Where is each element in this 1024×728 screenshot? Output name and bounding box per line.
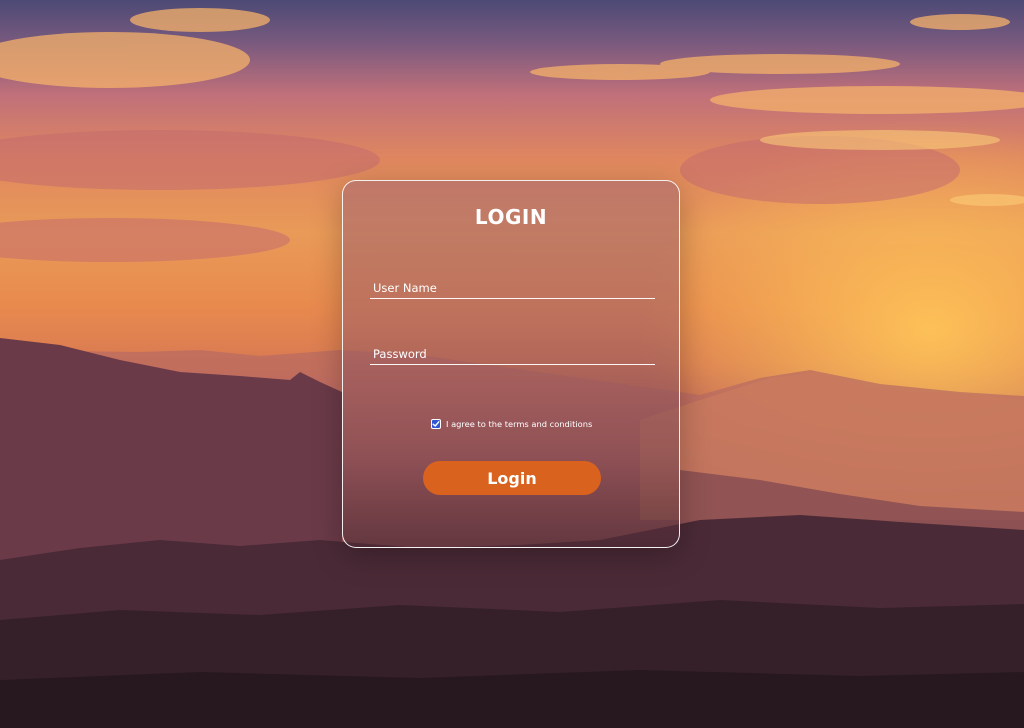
username-input[interactable] (373, 281, 653, 295)
terms-checkbox[interactable] (431, 419, 441, 429)
login-card: LOGIN I agree to the terms and condition… (342, 180, 680, 548)
password-field[interactable] (370, 335, 655, 365)
password-input[interactable] (373, 347, 653, 361)
terms-label: I agree to the terms and conditions (446, 419, 593, 429)
check-icon (432, 421, 440, 427)
login-button[interactable]: Login (423, 461, 601, 495)
login-title: LOGIN (474, 205, 548, 229)
terms-agreement[interactable]: I agree to the terms and conditions (431, 419, 592, 429)
username-field[interactable] (370, 269, 655, 299)
